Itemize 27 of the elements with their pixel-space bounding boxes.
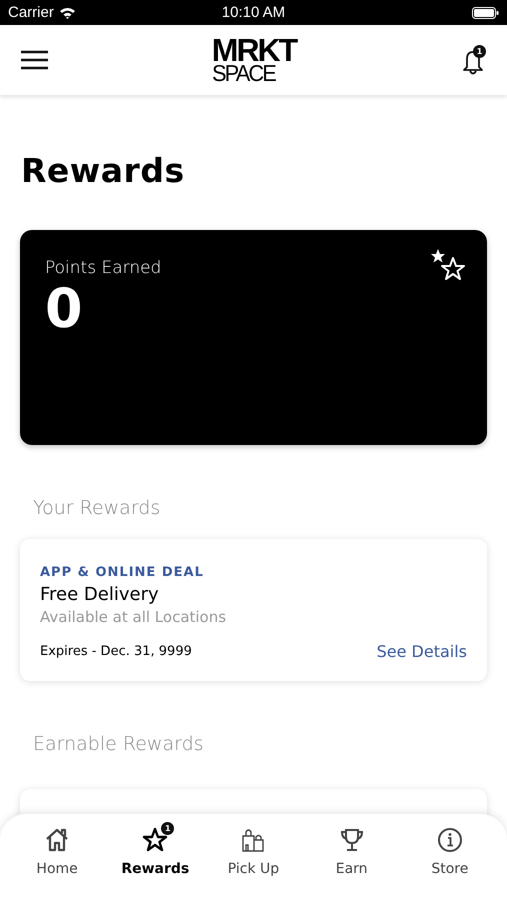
section-heading: Earnable Rewards [33,733,205,755]
logo-subtext: SPACE [212,63,275,83]
page-title: Rewards [21,151,186,190]
menu-icon[interactable] [20,50,49,70]
points-label: Points Earned [45,258,162,278]
star-icon [141,826,170,854]
notification-badge: 1 [472,45,486,58]
tab-bar-item[interactable]: Store [404,826,495,877]
reward-card[interactable]: APP & ONLINE DEAL Free Delivery Available at all Locations Expires - Dec. 31, 9999 See Details [20,539,487,681]
wifi-icon [58,6,76,18]
tab-bar-item[interactable]: Earn [306,826,397,877]
reward-category: APP & ONLINE DEAL [40,565,205,580]
tab-badge: 1 [161,822,174,835]
battery-icon [472,6,499,18]
points-value: 0 [45,282,84,336]
carrier-name: Carrier [8,4,54,21]
tab-bar-item[interactable]: Pick Up [208,826,298,877]
notification-bell[interactable]: 1 [458,43,487,77]
see-details-link[interactable]: See Details [376,642,467,661]
section-heading: Your Rewards [33,497,162,519]
reward-availability: Available at all Locations [40,608,228,626]
expiry-date: Expires - Dec. 31, 9999 [40,644,192,659]
status-time: 10:10 AM [222,4,286,21]
tab-bar-item[interactable]: Home [12,826,102,877]
reward-name: Free Delivery [40,584,160,605]
logo-text: MRKT [212,37,296,63]
info-icon [436,826,464,854]
